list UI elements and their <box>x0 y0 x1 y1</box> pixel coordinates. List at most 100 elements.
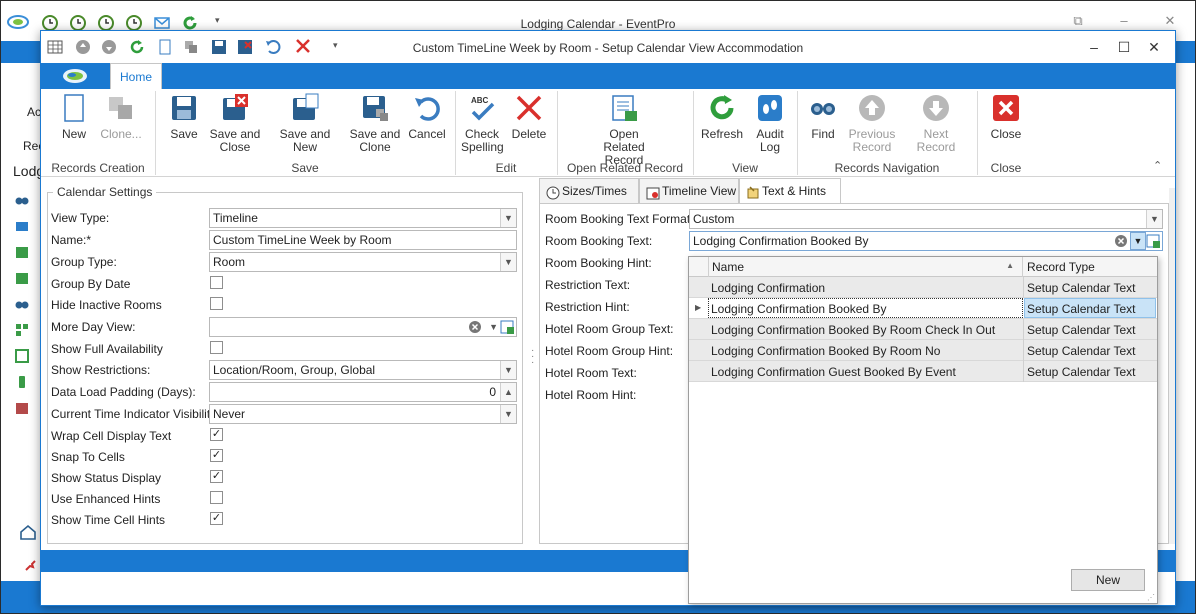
wrap-cell-text-checkbox[interactable]: ✓ <box>210 428 223 441</box>
clear-icon[interactable] <box>468 320 482 334</box>
chevron-down-icon[interactable]: ▼ <box>500 405 516 423</box>
show-time-cell-hints-checkbox[interactable]: ✓ <box>210 512 223 525</box>
next-record-button[interactable]: Next Record <box>905 93 967 154</box>
close-button[interactable]: Close <box>987 93 1025 141</box>
binoculars-icon <box>808 93 838 123</box>
close-icon <box>991 93 1021 123</box>
save-button[interactable]: Save <box>167 93 201 141</box>
clone-button[interactable]: Clone... <box>99 93 143 141</box>
hide-inactive-rooms-checkbox[interactable] <box>210 297 223 310</box>
group-type-select[interactable]: Room ▼ <box>209 252 517 272</box>
ribbon: New Clone... Save Save and Close Save an… <box>41 89 1175 177</box>
snap-to-cells-checkbox[interactable]: ✓ <box>210 449 223 462</box>
save-and-close-button[interactable]: Save and Close <box>209 93 261 154</box>
chevron-down-icon[interactable]: ▼ <box>489 320 498 334</box>
restriction-text-label: Restriction Text: <box>545 278 631 292</box>
check-spelling-button[interactable]: ABC Check Spelling <box>461 93 504 154</box>
minimize-icon[interactable]: – <box>1115 13 1133 29</box>
calendar-clock-icon <box>646 184 660 200</box>
name-input[interactable]: Custom TimeLine Week by Room <box>209 230 517 250</box>
show-full-availability-checkbox[interactable] <box>210 341 223 354</box>
save-and-clone-button[interactable]: Save and Clone <box>349 93 401 154</box>
new-record-button[interactable]: New <box>1071 569 1145 591</box>
table-row-selected[interactable]: ▶ Lodging Confirmation Booked By Setup Cal… <box>689 298 1157 319</box>
cancel-button[interactable]: Cancel <box>407 93 447 141</box>
previous-record-button[interactable]: Previous Record <box>847 93 897 154</box>
vertical-scrollbar[interactable] <box>1169 188 1175 544</box>
wrap-cell-text-label: Wrap Cell Display Text <box>51 429 172 443</box>
save-and-new-button[interactable]: Save and New <box>269 93 341 154</box>
table-row[interactable]: Lodging Confirmation Guest Booked By Eve… <box>689 361 1157 382</box>
group-records-navigation: Records Navigation <box>834 161 940 175</box>
hotel-room-group-text-label: Hotel Room Group Text: <box>545 322 674 336</box>
next-record-label: Next Record <box>916 127 956 154</box>
room-booking-text-select[interactable]: Lodging Confirmation Booked By ▼ <box>689 231 1163 251</box>
open-related-icon[interactable] <box>500 319 515 335</box>
binoculars-icon[interactable] <box>15 297 29 311</box>
data-load-padding-input[interactable]: 0 ▲ <box>209 382 517 402</box>
delete-button[interactable]: Delete <box>511 93 547 141</box>
eventpro-logo-icon <box>61 67 89 85</box>
table-row[interactable]: Lodging Confirmation Booked By Room Chec… <box>689 319 1157 340</box>
new-button[interactable]: New <box>57 93 91 141</box>
tab-home[interactable]: Home <box>110 63 162 89</box>
row-name: Lodging Confirmation Guest Booked By Eve… <box>711 365 956 379</box>
view-type-select[interactable]: Timeline ▼ <box>209 208 517 228</box>
close-icon[interactable]: ✕ <box>1161 13 1179 29</box>
collapse-ribbon-icon[interactable]: ⌃ <box>1153 159 1162 172</box>
group-type-label: Group Type: <box>51 255 117 269</box>
record-type-column-header[interactable]: Record Type <box>1027 260 1095 274</box>
open-related-record-button[interactable]: Open Related Record <box>587 93 661 167</box>
group-save: Save <box>291 161 319 175</box>
room-booking-text-format-select[interactable]: Custom ▼ <box>689 209 1163 229</box>
restore-icon[interactable]: ⧉ <box>1069 13 1087 29</box>
spin-icon[interactable]: ▲ <box>500 383 516 401</box>
chevron-down-icon[interactable]: ▼ <box>500 209 516 227</box>
row-record-type: Setup Calendar Text <box>1027 302 1136 316</box>
time-indicator-value: Never <box>213 407 246 421</box>
splitter-handle[interactable]: · · · <box>531 346 535 372</box>
clear-icon[interactable] <box>1114 234 1128 248</box>
time-indicator-select[interactable]: Never ▼ <box>209 404 517 424</box>
file-menu-button[interactable] <box>41 63 109 89</box>
chevron-down-icon[interactable]: ▼ <box>1146 210 1162 228</box>
close-icon[interactable]: ✕ <box>1141 37 1167 57</box>
name-column-header[interactable]: Name ▲ <box>708 257 1023 277</box>
phone-icon[interactable] <box>15 375 29 389</box>
lodging-icon[interactable] <box>15 219 29 233</box>
chevron-down-icon[interactable]: ▼ <box>500 253 516 271</box>
hotel-room-hint-label: Hotel Room Hint: <box>545 388 637 402</box>
audit-log-icon <box>755 93 785 123</box>
table-row[interactable]: Lodging Confirmation Booked By Room No Se… <box>689 340 1157 361</box>
home-icon[interactable] <box>19 523 37 541</box>
open-related-icon[interactable] <box>1146 233 1161 249</box>
hotel-room-group-hint-label: Hotel Room Group Hint: <box>545 344 674 358</box>
chevron-down-icon[interactable]: ▼ <box>500 361 516 379</box>
calendar-green-icon[interactable] <box>15 271 29 285</box>
refresh-button[interactable]: Refresh <box>701 93 743 141</box>
pin-icon[interactable] <box>23 559 37 573</box>
calendar-icon[interactable] <box>15 401 29 415</box>
grid-green-icon[interactable] <box>15 323 29 337</box>
tab-timeline-view[interactable]: Timeline View <box>639 178 739 204</box>
show-restrictions-select[interactable]: Location/Room, Group, Global ▼ <box>209 360 517 380</box>
maximize-icon[interactable]: ☐ <box>1111 37 1137 57</box>
audit-log-button[interactable]: Audit Log <box>751 93 789 154</box>
find-button[interactable]: Find <box>805 93 841 141</box>
binoculars-icon[interactable] <box>15 193 29 207</box>
calendar-green-icon[interactable] <box>15 245 29 259</box>
tab-sizes-times[interactable]: Sizes/Times <box>539 178 639 204</box>
tab-text-hints[interactable]: Text & Hints <box>739 178 841 204</box>
undo-icon <box>412 93 442 123</box>
chevron-down-icon[interactable]: ▼ <box>1130 232 1146 250</box>
grid-green-icon[interactable] <box>15 349 29 363</box>
new-button-label: New <box>61 127 86 141</box>
show-status-display-checkbox[interactable]: ✓ <box>210 470 223 483</box>
more-day-view-select[interactable]: ▼ <box>209 317 517 337</box>
use-enhanced-hints-checkbox[interactable] <box>210 491 223 504</box>
save-and-close-label: Save and Close <box>209 127 261 154</box>
resize-grip-icon[interactable]: ⋰ <box>1147 593 1155 602</box>
minimize-icon[interactable]: – <box>1081 37 1107 57</box>
table-row[interactable]: Lodging Confirmation Setup Calendar Text <box>689 277 1157 298</box>
group-by-date-checkbox[interactable] <box>210 276 223 289</box>
